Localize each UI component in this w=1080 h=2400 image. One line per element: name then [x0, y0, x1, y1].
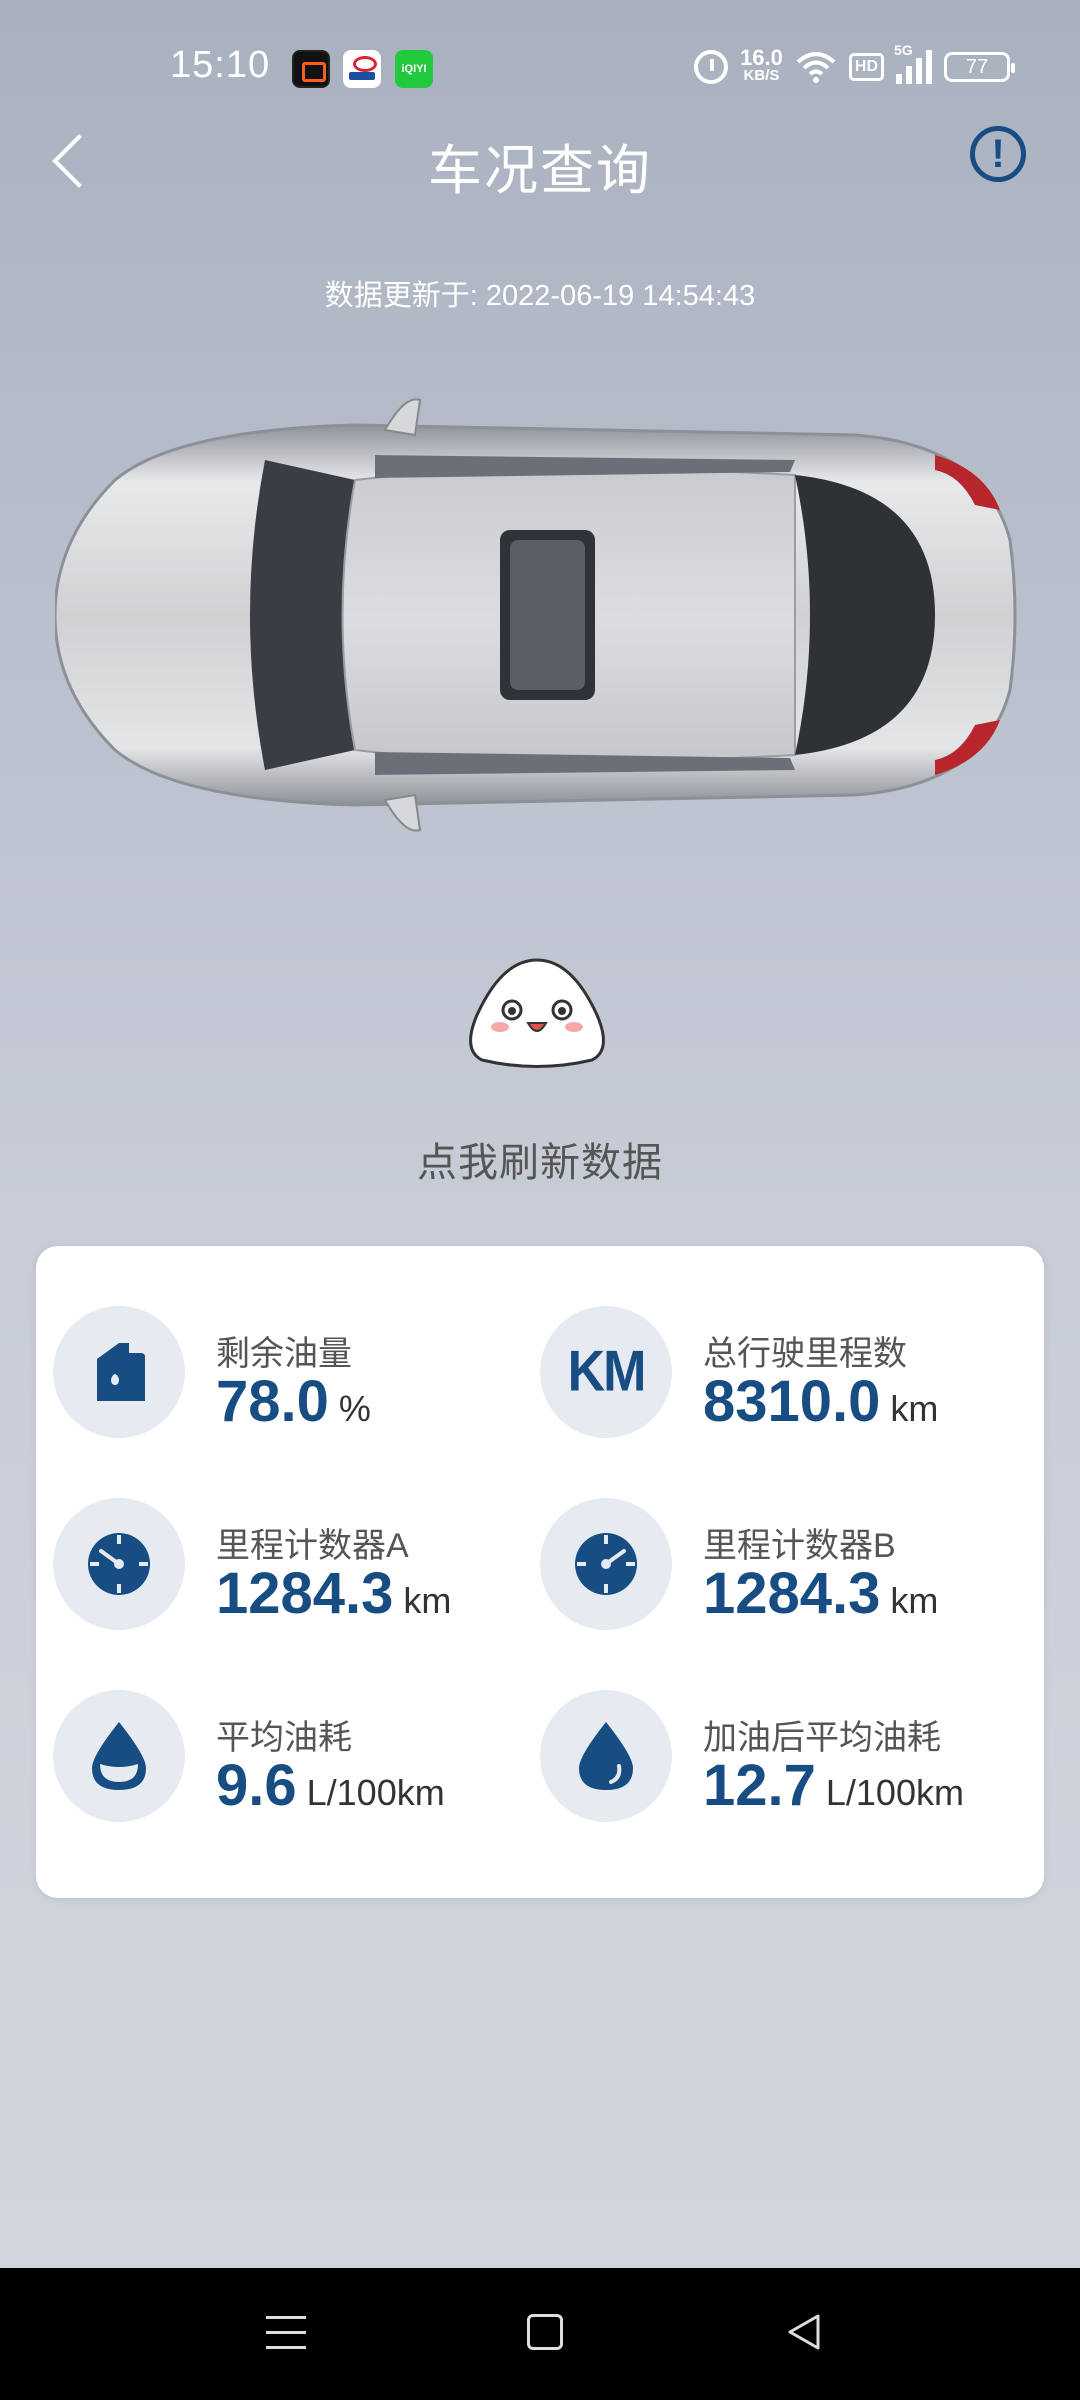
stat-total-mileage: KM 总行驶里程数 8310.0 km — [523, 1306, 1003, 1446]
fuel-tank-icon — [97, 1343, 145, 1401]
menu-icon[interactable] — [266, 2316, 306, 2352]
stat-unit: km — [403, 1580, 452, 1621]
stat-odometer-a: 里程计数器A 1284.3 km — [36, 1498, 516, 1638]
network-speed: 16.0 KB/S — [740, 45, 783, 85]
stat-value: 8310.0 — [703, 1369, 881, 1434]
page-title: 车况查询 — [428, 141, 652, 201]
gauge-b-icon — [575, 1533, 637, 1595]
update-time: 数据更新于: 2022-06-19 14:54:43 — [324, 280, 756, 312]
signal-icon: 5G — [894, 42, 932, 84]
mascot-refresh-icon[interactable] — [462, 955, 612, 1070]
stat-unit: L/100km — [306, 1772, 445, 1813]
app-icon-1 — [292, 50, 330, 88]
stat-value: 1284.3 — [703, 1561, 881, 1626]
gauge-a-icon — [88, 1533, 150, 1595]
stat-unit: km — [890, 1580, 939, 1621]
status-time: 15:10 — [170, 44, 271, 86]
stat-fuel-remaining: 剩余油量 78.0% — [36, 1306, 516, 1446]
drop-icon — [579, 1722, 633, 1790]
stat-value: 9.6 — [216, 1753, 297, 1818]
status-bar: 15:10 iQIYI 16.0 KB/S HD 5G 77 — [0, 0, 1080, 130]
vehicle-stats-card: 剩余油量 78.0% KM 总行驶里程数 8310.0 km 里程计数器A 12… — [36, 1246, 1044, 1898]
stat-value: 12.7 — [703, 1753, 816, 1818]
drop-half-icon — [92, 1722, 146, 1790]
stat-avg-fuel-since-refuel: 加油后平均油耗 12.7 L/100km — [523, 1690, 1003, 1830]
car-image — [55, 398, 1017, 832]
home-icon[interactable] — [527, 2314, 563, 2350]
iqiyi-icon: iQIYI — [395, 50, 433, 88]
stat-odometer-b: 里程计数器B 1284.3 km — [523, 1498, 1003, 1638]
info-button[interactable]: ! — [970, 126, 1026, 182]
stat-unit: km — [890, 1388, 939, 1429]
stat-unit: % — [338, 1388, 371, 1429]
stat-avg-fuel: 平均油耗 9.6 L/100km — [36, 1690, 516, 1830]
refresh-data-button[interactable]: 点我刷新数据 — [0, 1130, 1080, 1188]
back-triangle-icon[interactable] — [784, 2312, 824, 2352]
stat-unit: L/100km — [825, 1772, 964, 1813]
km-icon: KM — [567, 1340, 647, 1404]
app-icon-2 — [343, 50, 381, 88]
battery-icon: 77 — [944, 52, 1015, 82]
stat-value: 78.0 — [216, 1369, 329, 1434]
alarm-icon — [694, 50, 729, 84]
stat-value: 1284.3 — [216, 1561, 394, 1626]
hd-icon: HD — [848, 53, 884, 81]
wifi-icon — [796, 52, 836, 83]
system-nav-bar — [0, 2268, 1080, 2400]
